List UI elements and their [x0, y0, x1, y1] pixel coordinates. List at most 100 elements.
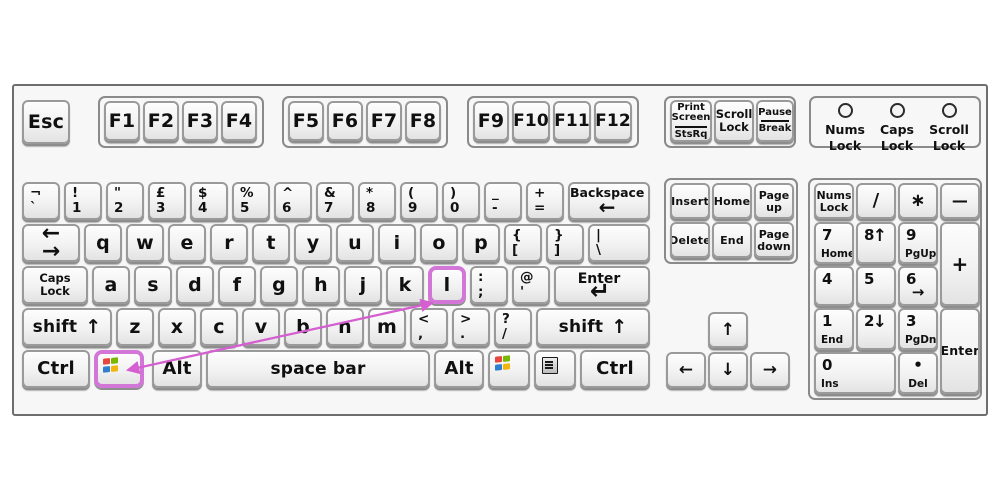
key-menu[interactable] — [534, 350, 576, 388]
key-semicolon[interactable]: : ; — [470, 266, 508, 304]
key-m[interactable]: m — [368, 308, 406, 346]
key-r[interactable]: r — [210, 224, 248, 262]
key-comma[interactable]: < , — [410, 308, 448, 346]
key-numpad-decimal[interactable]: • Del — [898, 352, 938, 394]
key-space-bar[interactable]: space bar — [206, 350, 430, 388]
key-f9[interactable]: F9 — [473, 101, 509, 141]
key-shift-right[interactable]: shift ↑ — [536, 308, 650, 346]
key-arrow-left[interactable]: ← — [666, 352, 706, 388]
key-f6[interactable]: F6 — [327, 101, 363, 141]
key-minus[interactable]: _ - — [484, 182, 522, 220]
key-slash[interactable]: ? / — [494, 308, 532, 346]
key-s[interactable]: s — [134, 266, 172, 304]
key-g[interactable]: g — [260, 266, 298, 304]
key-f[interactable]: f — [218, 266, 256, 304]
key-numpad-9[interactable]: 9 PgUp — [898, 222, 938, 264]
key-h[interactable]: h — [302, 266, 340, 304]
key-end[interactable]: End — [712, 222, 752, 258]
key-numpad-8[interactable]: 8 ↑ — [856, 222, 896, 264]
key-a[interactable]: a — [92, 266, 130, 304]
key-3[interactable]: £ 3 — [148, 182, 186, 220]
key-numpad-4[interactable]: 4 — [814, 266, 854, 306]
key-windows-left[interactable] — [94, 350, 144, 388]
key-x[interactable]: x — [158, 308, 196, 346]
key-shift-left[interactable]: shift ↑ — [22, 308, 112, 346]
key-backslash[interactable]: | \ — [588, 224, 650, 262]
key-n[interactable]: n — [326, 308, 364, 346]
key-b[interactable]: b — [284, 308, 322, 346]
key-backtick[interactable]: ¬ ` — [22, 182, 60, 220]
key-equals[interactable]: + = — [526, 182, 564, 220]
key-8[interactable]: * 8 — [358, 182, 396, 220]
key-arrow-down[interactable]: ↓ — [708, 352, 748, 388]
key-q[interactable]: q — [84, 224, 122, 262]
key-numpad-enter[interactable]: Enter — [940, 308, 980, 394]
key-numpad-1[interactable]: 1 End — [814, 308, 854, 350]
key-f7[interactable]: F7 — [366, 101, 402, 141]
key-2[interactable]: " 2 — [106, 182, 144, 220]
key-ctrl-left[interactable]: Ctrl — [22, 350, 90, 388]
key-insert[interactable]: Insert — [670, 183, 710, 219]
key-6[interactable]: ^ 6 — [274, 182, 312, 220]
key-alt-left[interactable]: Alt — [152, 350, 202, 388]
key-right-bracket[interactable]: } ] — [546, 224, 584, 262]
key-page-down[interactable]: Page down — [754, 222, 794, 258]
key-enter[interactable]: Enter ↵ — [554, 266, 650, 304]
key-w[interactable]: w — [126, 224, 164, 262]
key-numpad-0[interactable]: 0 Ins — [814, 352, 896, 394]
key-1[interactable]: ! 1 — [64, 182, 102, 220]
key-f10[interactable]: F10 — [512, 101, 550, 141]
key-u[interactable]: u — [336, 224, 374, 262]
key-f1[interactable]: F1 — [104, 101, 140, 141]
key-windows-right[interactable] — [488, 350, 530, 388]
key-apostrophe[interactable]: @ ' — [512, 266, 550, 304]
key-c[interactable]: c — [200, 308, 238, 346]
key-backspace[interactable]: Backspace ← — [568, 182, 650, 220]
key-p[interactable]: p — [462, 224, 500, 262]
key-d[interactable]: d — [176, 266, 214, 304]
key-t[interactable]: t — [252, 224, 290, 262]
key-alt-right[interactable]: Alt — [434, 350, 484, 388]
key-0[interactable]: ) 0 — [442, 182, 480, 220]
key-page-up[interactable]: Page up — [754, 183, 794, 219]
key-5[interactable]: % 5 — [232, 182, 270, 220]
key-f11[interactable]: F11 — [553, 101, 591, 141]
key-left-bracket[interactable]: { [ — [504, 224, 542, 262]
key-period[interactable]: > . — [452, 308, 490, 346]
key-l[interactable]: l — [428, 266, 466, 304]
key-num-lock[interactable]: Nums Lock — [814, 183, 854, 219]
key-e[interactable]: e — [168, 224, 206, 262]
key-pause-break[interactable]: Pause Break — [756, 100, 794, 142]
key-caps-lock[interactable]: Caps Lock — [22, 266, 88, 304]
key-k[interactable]: k — [386, 266, 424, 304]
key-numpad-divide[interactable]: / — [856, 183, 896, 219]
key-y[interactable]: y — [294, 224, 332, 262]
key-i[interactable]: i — [378, 224, 416, 262]
key-f12[interactable]: F12 — [594, 101, 632, 141]
key-z[interactable]: z — [116, 308, 154, 346]
key-delete[interactable]: Delete — [670, 222, 710, 258]
key-numpad-3[interactable]: 3 PgDn — [898, 308, 938, 350]
key-escape[interactable]: Esc — [22, 100, 70, 144]
key-f8[interactable]: F8 — [405, 101, 441, 141]
key-numpad-plus[interactable]: + — [940, 222, 980, 306]
key-numpad-multiply[interactable]: ∗ — [898, 183, 938, 219]
key-j[interactable]: j — [344, 266, 382, 304]
key-tab[interactable]: ← → — [22, 224, 80, 262]
key-7[interactable]: & 7 — [316, 182, 354, 220]
key-f4[interactable]: F4 — [221, 101, 257, 141]
key-numpad-7[interactable]: 7 Home — [814, 222, 854, 264]
key-9[interactable]: ( 9 — [400, 182, 438, 220]
key-f3[interactable]: F3 — [182, 101, 218, 141]
key-4[interactable]: $ 4 — [190, 182, 228, 220]
key-f5[interactable]: F5 — [288, 101, 324, 141]
key-numpad-2[interactable]: 2 ↓ — [856, 308, 896, 350]
key-scroll-lock[interactable]: Scroll Lock — [714, 100, 754, 142]
key-o[interactable]: o — [420, 224, 458, 262]
key-print-screen[interactable]: Print Screen StsRq — [670, 100, 712, 142]
key-f2[interactable]: F2 — [143, 101, 179, 141]
key-v[interactable]: v — [242, 308, 280, 346]
key-numpad-5[interactable]: 5 — [856, 266, 896, 306]
key-numpad-minus[interactable]: — — [940, 183, 980, 219]
key-arrow-right[interactable]: → — [750, 352, 790, 388]
